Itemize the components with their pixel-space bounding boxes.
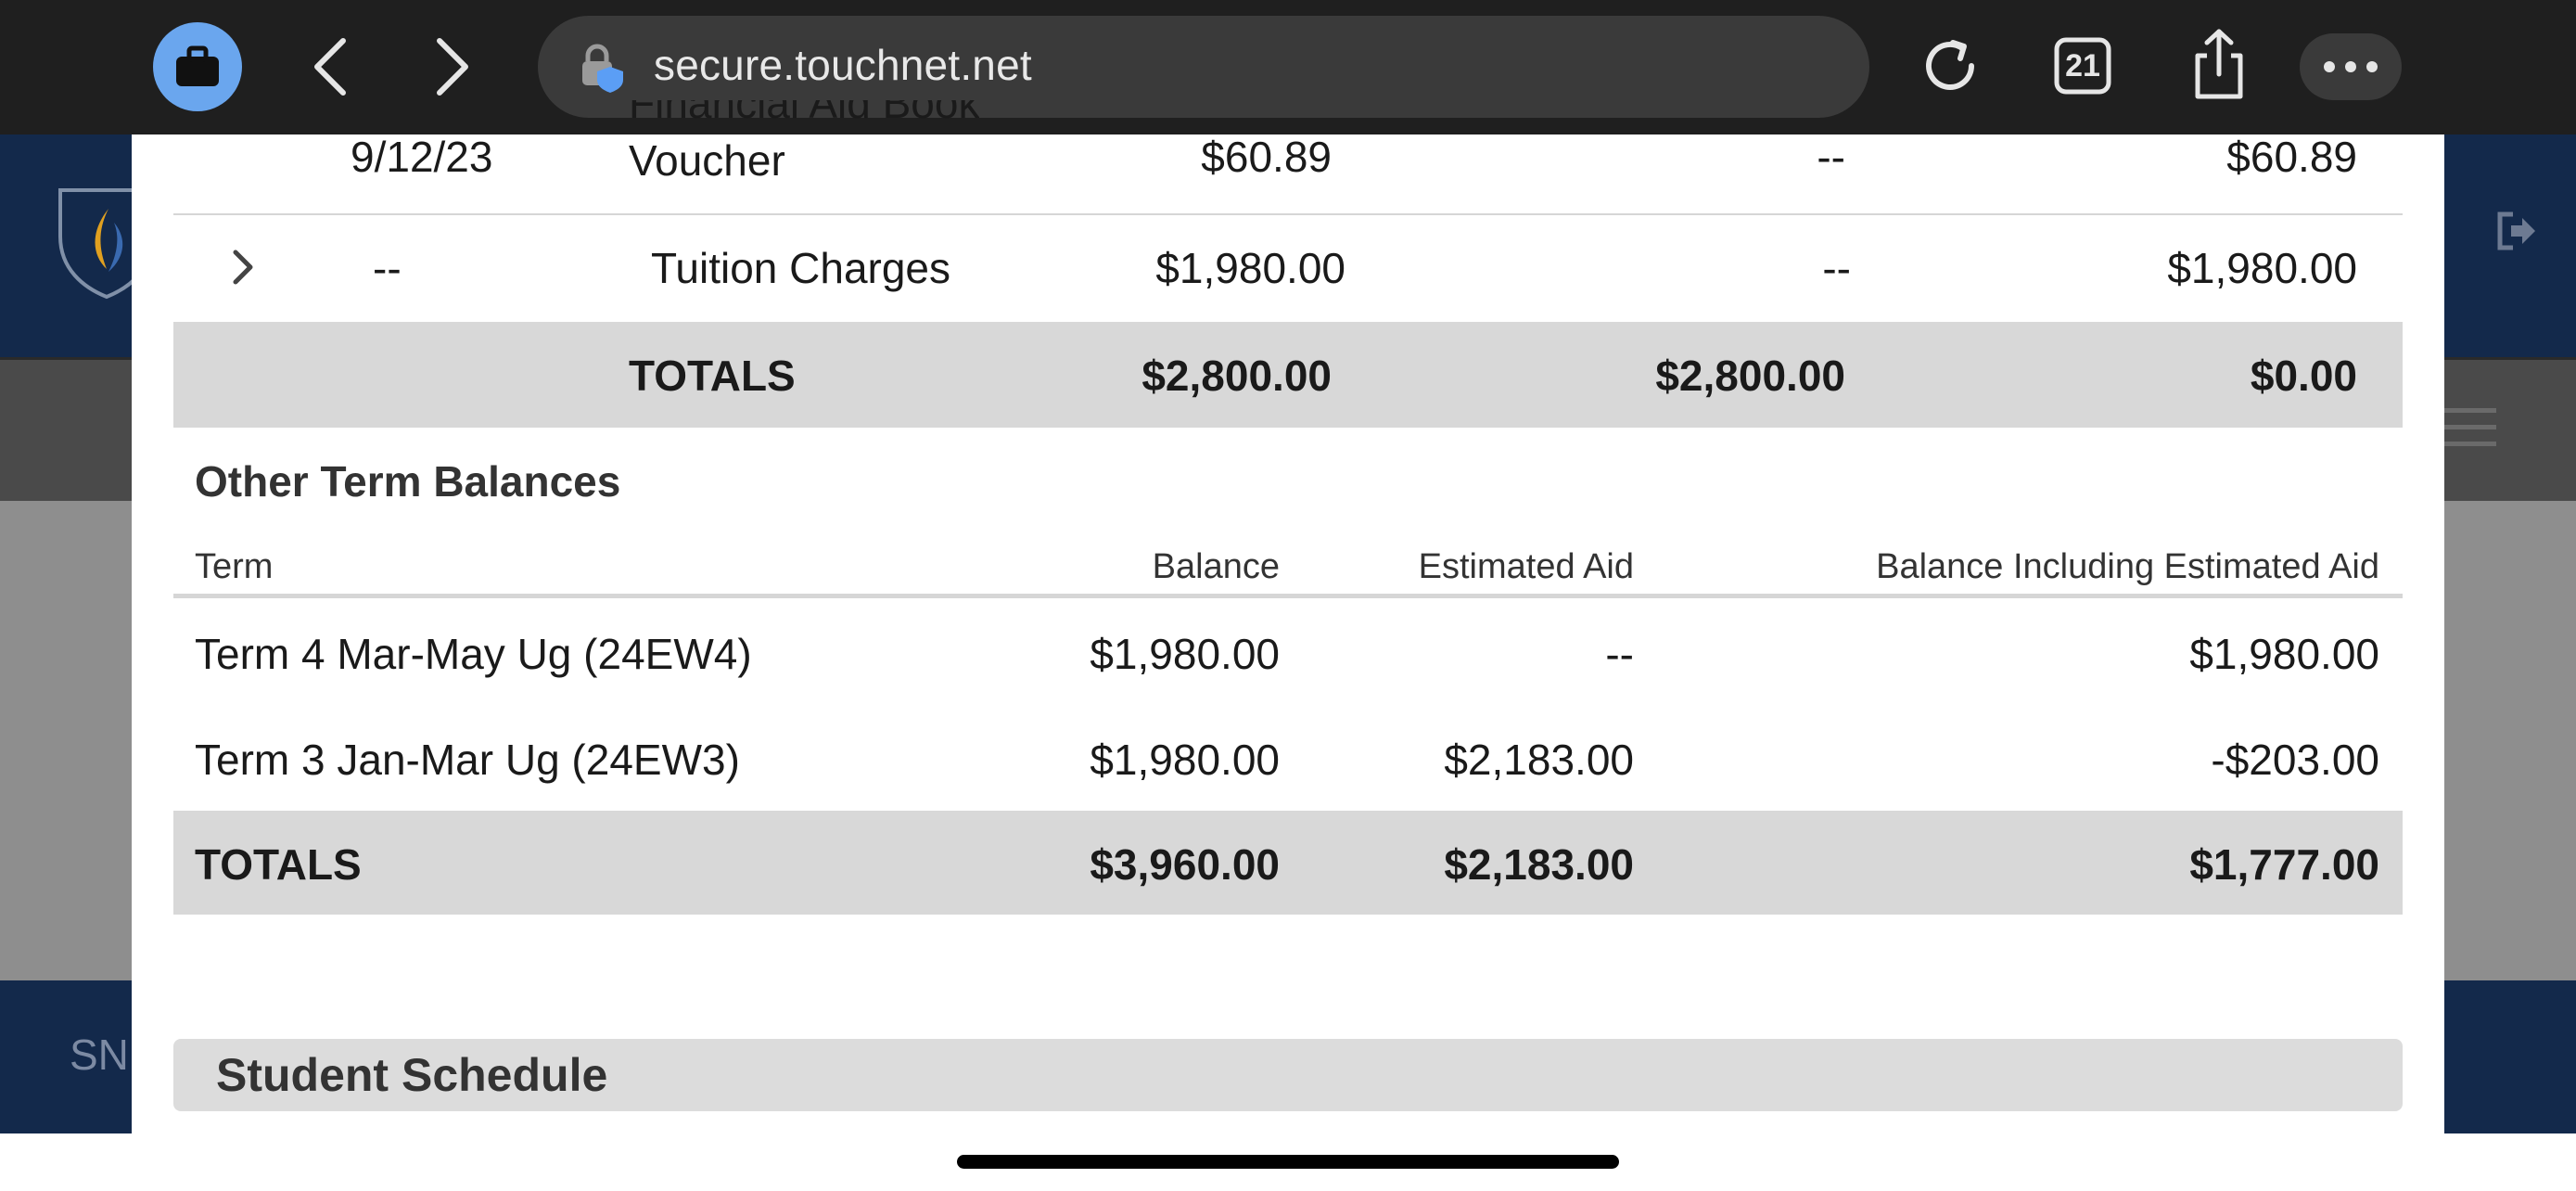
reload-button[interactable] [1919, 35, 1981, 96]
share-icon [2195, 29, 2243, 99]
other-terms-totals-label: TOTALS [195, 840, 362, 889]
row-balance: $1,980.00 [2167, 244, 2357, 292]
hamburger-menu-icon [2439, 408, 2496, 447]
row-divider [173, 213, 2403, 215]
row-description: Tuition Charges [651, 244, 951, 292]
student-schedule-section[interactable]: Student Schedule [173, 1039, 2403, 1111]
tab-count: 21 [2065, 47, 2100, 83]
col-header-estimated-aid: Estimated Aid [1418, 547, 1634, 586]
forward-button[interactable] [427, 28, 478, 106]
home-indicator[interactable] [957, 1155, 1619, 1169]
term-name: Term 3 Jan-Mar Ug (24EW3) [195, 736, 740, 784]
other-terms-totals-bar [173, 811, 2403, 915]
share-button[interactable] [2188, 28, 2250, 102]
totals-payment: $2,800.00 [1655, 352, 1845, 400]
row-date: -- [373, 244, 402, 292]
term-balance: $1,980.00 [1090, 630, 1280, 678]
row-description-line2: Voucher [629, 136, 785, 185]
row-date: 9/12/23 [351, 133, 493, 181]
chevron-right-icon [233, 250, 253, 285]
back-button[interactable] [304, 28, 356, 106]
row-charge: $1,980.00 [1155, 244, 1345, 292]
chevron-right-icon [437, 38, 468, 96]
term-estimated-aid: -- [1605, 630, 1634, 678]
chevron-left-icon [314, 38, 346, 96]
lock-shield-icon [575, 41, 627, 93]
totals-balance: $0.00 [2250, 352, 2357, 400]
term-estimated-aid: $2,183.00 [1444, 736, 1634, 784]
other-terms-totals-balance-incl-aid: $1,777.00 [2189, 840, 2379, 889]
reload-icon [1926, 40, 1974, 90]
col-header-term: Term [195, 547, 274, 586]
totals-label: TOTALS [629, 352, 796, 400]
other-terms-totals-estimated-aid: $2,183.00 [1444, 840, 1634, 889]
col-header-balance-incl-aid: Balance Including Estimated Aid [1876, 547, 2379, 586]
profile-button[interactable] [153, 22, 242, 111]
row-payment: -- [1822, 244, 1851, 292]
logout-icon [2494, 209, 2539, 253]
header-divider [173, 594, 2403, 598]
row-description: Financial Aid Book Voucher [629, 100, 979, 211]
expand-row-button[interactable] [232, 249, 269, 289]
url-text[interactable]: secure.touchnet.net [654, 37, 1032, 93]
term-balance-incl-aid: $1,980.00 [2189, 630, 2379, 678]
col-header-balance: Balance [1152, 547, 1280, 586]
student-schedule-title: Student Schedule [216, 1049, 608, 1101]
row-payment: -- [1817, 133, 1845, 181]
term-balance: $1,980.00 [1090, 736, 1280, 784]
term-balance-incl-aid: -$203.00 [2211, 736, 2379, 784]
briefcase-icon [176, 45, 219, 86]
tabs-button[interactable]: 21 [2054, 37, 2111, 95]
row-balance: $60.89 [2226, 133, 2357, 181]
row-charge: $60.89 [1201, 133, 1332, 181]
more-icon [2324, 61, 2378, 72]
row-description-line1: Financial Aid Book [629, 100, 980, 127]
footer-text-fragment: SN [70, 1031, 129, 1079]
more-button[interactable] [2300, 33, 2402, 100]
term-name: Term 4 Mar-May Ug (24EW4) [195, 630, 752, 678]
other-terms-totals-balance: $3,960.00 [1090, 840, 1280, 889]
other-term-balances-title: Other Term Balances [195, 457, 621, 506]
totals-charge: $2,800.00 [1141, 352, 1332, 400]
